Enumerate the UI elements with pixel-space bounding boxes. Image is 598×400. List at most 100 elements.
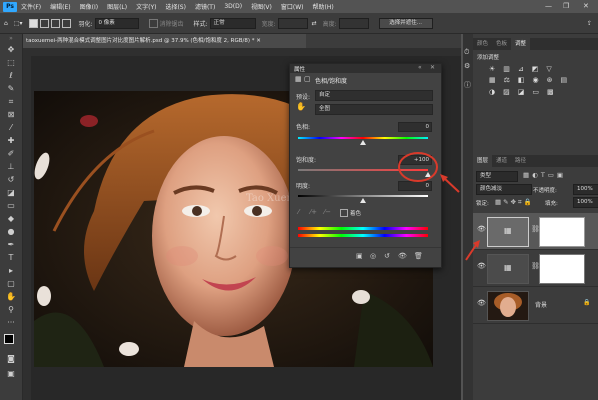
frame-tool-icon[interactable]: ⊠ [0, 108, 22, 121]
channel-mixer-icon[interactable]: ⊛ [547, 76, 553, 84]
curves-icon[interactable]: ⊿ [518, 65, 524, 73]
hue-slider-thumb[interactable] [360, 140, 366, 145]
eyedropper-minus-icon[interactable]: ⁄− [324, 208, 331, 216]
close-icon[interactable]: ✕ [583, 2, 589, 10]
zoom-tool-icon[interactable]: ⚲ [0, 303, 22, 316]
blur-tool-icon[interactable]: ◆ [0, 212, 22, 225]
tab-channels[interactable]: 通道 [492, 155, 511, 167]
more-tools-icon[interactable]: ··· [0, 316, 22, 329]
gradient-tool-icon[interactable]: ▭ [0, 199, 22, 212]
tab-paths[interactable]: 路径 [511, 155, 530, 167]
opacity-input[interactable]: 100% [573, 184, 598, 195]
layer-mask-thumbnail[interactable] [539, 217, 585, 247]
healing-brush-tool-icon[interactable]: ✚ [0, 134, 22, 147]
clone-stamp-tool-icon[interactable]: ⊥ [0, 160, 22, 173]
levels-icon[interactable]: ▥ [503, 65, 510, 73]
style-select[interactable]: 正常 [209, 17, 256, 29]
height-input[interactable] [338, 17, 369, 29]
visibility-eye-icon[interactable]: 👁 [477, 225, 486, 233]
menu-edit[interactable]: 编辑(E) [50, 2, 70, 11]
rectangle-tool-icon[interactable]: ▢ [0, 277, 22, 290]
lasso-tool-icon[interactable]: ℓ [0, 69, 22, 82]
home-icon[interactable]: ⌂ [4, 20, 8, 27]
menu-3d[interactable]: 3D(D) [224, 3, 242, 10]
menu-type[interactable]: 文字(Y) [136, 2, 156, 11]
selective-color-icon[interactable]: ▩ [547, 88, 554, 96]
mask-type-icon[interactable]: ▢ [304, 75, 311, 83]
type-tool-icon[interactable]: T [0, 251, 22, 264]
posterize-icon[interactable]: ▨ [503, 88, 510, 96]
properties-titlebar[interactable]: 属性 « ✕ [290, 64, 441, 73]
eyedropper-plus-icon[interactable]: ⁄+ [310, 208, 317, 216]
info-panel-icon[interactable]: ⓘ [464, 80, 471, 90]
quick-mask-icon[interactable]: ◙ [0, 352, 22, 365]
feather-input[interactable]: 0 像素 [94, 17, 139, 29]
target-adjust-hand-icon[interactable]: ✋ [296, 102, 306, 111]
menu-help[interactable]: 帮助(H) [313, 2, 334, 11]
photo-filter-icon[interactable]: ◉ [533, 76, 539, 84]
eraser-tool-icon[interactable]: ◪ [0, 186, 22, 199]
tab-color[interactable]: 颜色 [473, 38, 492, 50]
selection-mode-icons[interactable] [28, 18, 73, 28]
foreground-color-swatch[interactable] [4, 334, 14, 344]
eyedropper-tool-icon[interactable]: ⁄ [0, 121, 22, 134]
crop-tool-icon[interactable]: ⌗ [0, 95, 22, 108]
properties-tab[interactable]: 属性 [294, 65, 305, 73]
threshold-icon[interactable]: ◪ [518, 88, 525, 96]
hue-input[interactable]: 0 [398, 122, 432, 132]
color-lookup-icon[interactable]: ▤ [561, 76, 568, 84]
layer-mask-thumbnail[interactable] [539, 254, 585, 284]
vibrance-icon[interactable]: ▽ [546, 65, 551, 73]
eyedropper-icon[interactable]: ⁄ [298, 208, 299, 216]
marquee-tool-icon[interactable]: ⬚ [0, 56, 22, 69]
close-tab-icon[interactable]: ✕ [256, 38, 261, 44]
toolbar-collapse-icon[interactable]: » [0, 34, 22, 43]
lock-icons[interactable]: ▦✎✥⌗🔒 [495, 198, 534, 207]
menu-image[interactable]: 图像(I) [80, 2, 98, 11]
hue-slider-track[interactable] [298, 137, 428, 139]
pen-tool-icon[interactable]: ✒ [0, 238, 22, 251]
minimize-icon[interactable]: — [545, 2, 552, 10]
properties-panel-icon[interactable]: ⚙ [464, 62, 470, 70]
gradient-map-icon[interactable]: ▭ [532, 88, 539, 96]
width-input[interactable] [277, 17, 308, 29]
select-and-mask-button[interactable]: 选择并遮住... [378, 17, 433, 29]
dodge-tool-icon[interactable]: ● [0, 225, 22, 238]
antialias-checkbox[interactable]: 消除锯齿 [148, 18, 184, 28]
black-white-icon[interactable]: ◧ [518, 76, 525, 84]
marquee-preset-icon[interactable]: ⬚▾ [14, 20, 23, 27]
fill-input[interactable]: 100% [573, 197, 598, 208]
screen-mode-icon[interactable]: ▣ [0, 367, 22, 380]
view-previous-icon[interactable]: ◎ [370, 252, 376, 260]
history-brush-tool-icon[interactable]: ↺ [0, 173, 22, 186]
visibility-eye-icon[interactable]: 👁 [477, 299, 486, 307]
history-panel-icon[interactable]: ⏱ [464, 48, 469, 57]
layer-row-adjustment-2[interactable]: 👁 ▦ ⛓ [473, 250, 598, 287]
brightness-contrast-icon[interactable]: ☀ [489, 65, 495, 73]
collapse-icon[interactable]: « [418, 64, 422, 71]
menu-window[interactable]: 窗口(W) [281, 2, 304, 11]
panel-close-icon[interactable]: ✕ [430, 64, 435, 71]
document-tab[interactable]: taoxuemei-两种混合模式调整图片对比度图片解析.psd @ 37.9% … [23, 34, 306, 48]
clip-to-layer-icon[interactable]: ▣ [356, 252, 363, 260]
restore-icon[interactable]: ❐ [563, 2, 569, 10]
move-tool-icon[interactable]: ✥ [0, 43, 22, 56]
blend-mode-select[interactable]: 颜色减淡 [476, 184, 532, 195]
hand-tool-icon[interactable]: ✋ [0, 290, 22, 303]
swap-icon[interactable]: ⇄ [312, 20, 317, 27]
quick-select-tool-icon[interactable]: ✎ [0, 82, 22, 95]
menu-layer[interactable]: 图层(L) [107, 2, 127, 11]
lightness-slider-thumb[interactable] [360, 198, 366, 203]
share-icon[interactable]: ⇪ [587, 20, 592, 27]
invert-icon[interactable]: ◑ [489, 88, 495, 96]
menu-file[interactable]: 文件(F) [21, 2, 41, 11]
path-selection-tool-icon[interactable]: ▸ [0, 264, 22, 277]
exposure-icon[interactable]: ◩ [532, 65, 539, 73]
menu-view[interactable]: 视图(V) [251, 2, 272, 11]
tab-layers[interactable]: 图层 [473, 155, 493, 167]
lock-icon[interactable]: 🔒 [583, 299, 590, 306]
layer-filter-icons[interactable]: ▦◐T▭▣ [523, 171, 566, 179]
brush-tool-icon[interactable]: ✐ [0, 147, 22, 160]
visibility-eye-icon[interactable]: 👁 [477, 262, 486, 270]
menu-filter[interactable]: 滤镜(T) [195, 2, 215, 11]
